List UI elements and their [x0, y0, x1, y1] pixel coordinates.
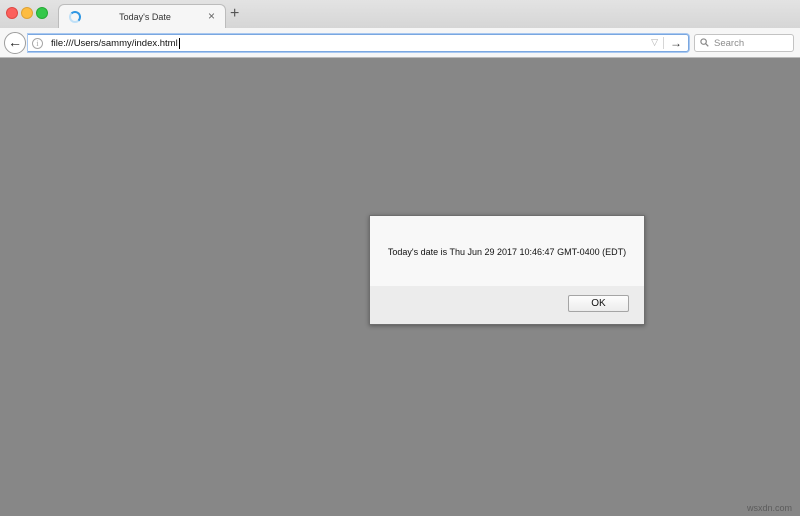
- url-bar[interactable]: i file:///Users/sammy/index.html ▽ →: [28, 34, 689, 52]
- alert-dialog: Today's date is Thu Jun 29 2017 10:46:47…: [369, 215, 645, 325]
- url-dropdown-icon[interactable]: ▽: [651, 37, 658, 48]
- window-close-icon[interactable]: [6, 7, 18, 19]
- window-maximize-icon[interactable]: [36, 7, 48, 19]
- search-input[interactable]: Search: [694, 34, 794, 52]
- text-caret: [178, 38, 180, 49]
- tab-bar: Today's Date × +: [0, 0, 800, 29]
- go-arrow-icon[interactable]: →: [670, 35, 682, 51]
- info-icon[interactable]: i: [32, 38, 43, 49]
- alert-footer: OK: [370, 286, 644, 324]
- url-separator: [663, 37, 664, 49]
- url-text: file:///Users/sammy/index.html: [51, 38, 178, 50]
- tab-title: Today's Date: [119, 12, 171, 22]
- search-placeholder: Search: [714, 38, 745, 49]
- new-tab-button[interactable]: +: [230, 6, 239, 22]
- tab-close-icon[interactable]: ×: [208, 10, 215, 22]
- tab-todays-date[interactable]: Today's Date ×: [58, 4, 226, 29]
- alert-message: Today's date is Thu Jun 29 2017 10:46:47…: [387, 247, 627, 257]
- navigation-toolbar: ← i file:///Users/sammy/index.html ▽ → S…: [0, 28, 800, 58]
- url-input[interactable]: file:///Users/sammy/index.html: [51, 38, 180, 49]
- search-icon: [700, 38, 709, 47]
- back-button[interactable]: ←: [4, 32, 26, 54]
- loading-spinner-icon: [69, 11, 81, 23]
- ok-button[interactable]: OK: [568, 295, 629, 312]
- watermark: wsxdn.com: [746, 503, 792, 513]
- window-minimize-icon[interactable]: [21, 7, 33, 19]
